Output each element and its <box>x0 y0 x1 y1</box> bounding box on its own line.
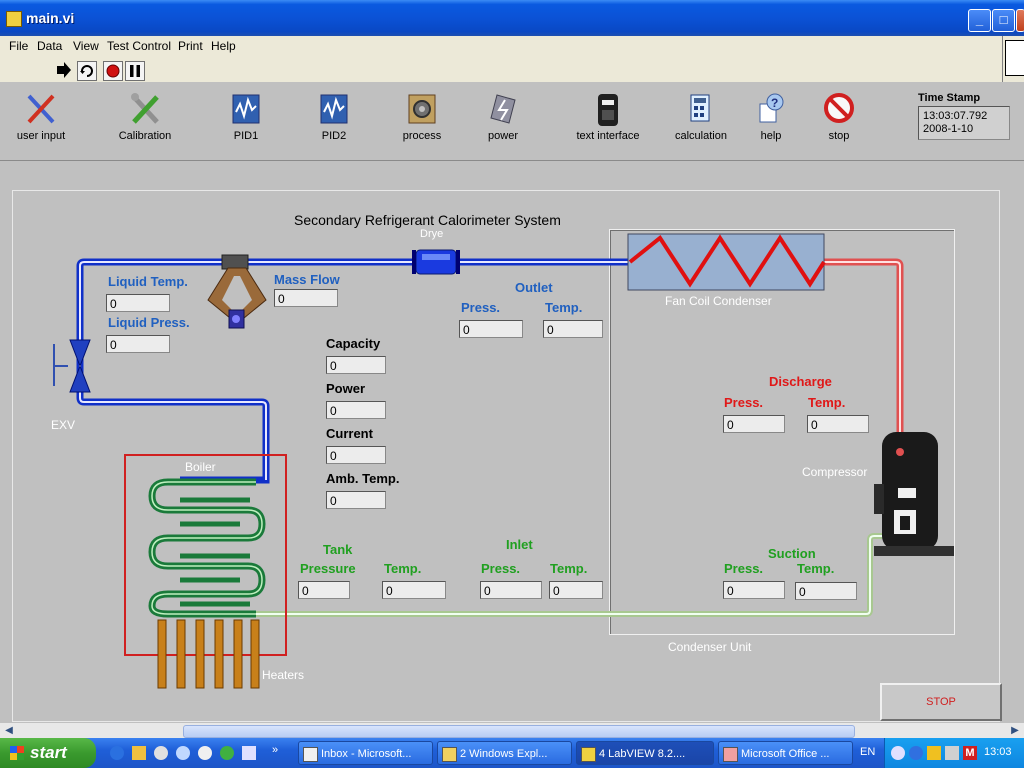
tray-m-icon[interactable]: M <box>963 746 977 760</box>
amb-temp-label: Amb. Temp. <box>326 471 400 486</box>
power-readout-label: Power <box>326 381 366 396</box>
exv-valve-top <box>69 339 91 368</box>
inlet-temp-value: 0 <box>549 581 603 599</box>
suction-temp-value: 0 <box>795 582 857 600</box>
tray-app-icon[interactable] <box>927 746 941 760</box>
task-inbox[interactable]: Inbox - Microsoft... <box>298 741 433 765</box>
tray-network-icon[interactable] <box>909 746 923 760</box>
inlet-press-value: 0 <box>480 581 542 599</box>
quick-launch: » <box>104 744 284 762</box>
diagram-title: Secondary Refrigerant Calorimeter System <box>294 212 561 228</box>
scroll-left-icon[interactable]: ◀ <box>2 724 16 737</box>
liquid-temp-value: 0 <box>106 294 170 312</box>
boiler-label: Boiler <box>185 460 216 474</box>
inlet-temp-label: Temp. <box>550 561 588 576</box>
amb-temp-value: 0 <box>326 491 386 509</box>
outlet-press-label: Press. <box>461 300 501 315</box>
labview-task-icon <box>581 747 596 762</box>
outlet-temp-value: 0 <box>543 320 603 338</box>
tray-back-icon[interactable] <box>891 746 905 760</box>
liquid-press-label: Liquid Press. <box>108 315 190 330</box>
exv-label: EXV <box>51 418 76 432</box>
scroll-thumb[interactable] <box>183 725 855 738</box>
compressor-unit <box>874 432 954 556</box>
task-labview[interactable]: 4 LabVIEW 8.2.... <box>576 741 714 765</box>
tank-temp-value: 0 <box>382 581 446 599</box>
suction-label: Suction <box>768 546 816 561</box>
suction-press-label: Press. <box>724 561 764 576</box>
tray-volume-icon[interactable] <box>945 746 959 760</box>
discharge-press-value: 0 <box>723 415 785 433</box>
tank-pressure-label: Pressure <box>300 561 356 576</box>
system-tray: M 13:03 <box>884 738 1024 768</box>
mass-flow-label: Mass Flow <box>274 272 340 287</box>
outlook-icon[interactable] <box>132 746 146 760</box>
quick-launch-more-icon[interactable]: » <box>272 744 278 756</box>
browser-icon[interactable] <box>176 746 190 760</box>
outlet-temp-label: Temp. <box>545 300 583 315</box>
piping-diagram <box>53 233 954 689</box>
tank-label: Tank <box>323 542 353 557</box>
folder-icon <box>442 747 457 762</box>
outlook-task-icon <box>303 747 318 762</box>
condenser-unit-label: Condenser Unit <box>668 640 752 654</box>
capacity-label: Capacity <box>326 336 381 351</box>
current-value: 0 <box>326 446 386 464</box>
language-indicator[interactable]: EN <box>860 746 875 758</box>
suction-temp-label: Temp. <box>797 561 835 576</box>
drier-filter <box>415 249 457 275</box>
discharge-temp-label: Temp. <box>808 395 846 410</box>
stop-button[interactable]: STOP <box>880 683 1002 721</box>
office-task-icon <box>723 747 738 762</box>
task-microsoft-office[interactable]: Microsoft Office ... <box>718 741 853 765</box>
network-icon[interactable] <box>220 746 234 760</box>
compressor-label: Compressor <box>802 465 868 479</box>
windows-logo-icon <box>10 746 24 760</box>
inlet-press-label: Press. <box>481 561 521 576</box>
clock: 13:03 <box>984 746 1012 758</box>
ie-icon[interactable] <box>110 746 124 760</box>
discharge-temp-value: 0 <box>807 415 869 433</box>
discharge-press-label: Press. <box>724 395 764 410</box>
start-label: start <box>30 743 67 762</box>
exv-valve-bottom <box>69 364 91 393</box>
discharge-label: Discharge <box>769 374 832 389</box>
drye-label: Drye <box>420 228 444 240</box>
tank-temp-label: Temp. <box>384 561 422 576</box>
player-icon[interactable] <box>198 746 212 760</box>
suction-press-value: 0 <box>723 581 785 599</box>
liquid-temp-label: Liquid Temp. <box>108 274 188 289</box>
outlet-press-value: 0 <box>459 320 523 338</box>
media-icon[interactable] <box>154 746 168 760</box>
capacity-value: 0 <box>326 356 386 374</box>
horizontal-scrollbar[interactable]: ◀ ▶ <box>0 722 1024 739</box>
outlet-label: Outlet <box>515 280 553 295</box>
power-value: 0 <box>326 401 386 419</box>
liquid-press-value: 0 <box>106 335 170 353</box>
start-button[interactable]: start <box>0 738 96 768</box>
task-windows-explorer[interactable]: 2 Windows Expl... <box>437 741 572 765</box>
tank-pressure-value: 0 <box>298 581 350 599</box>
current-label: Current <box>326 426 373 441</box>
desktop-icon[interactable] <box>242 746 256 760</box>
mass-flow-value: 0 <box>274 289 338 307</box>
scroll-right-icon[interactable]: ▶ <box>1008 724 1022 737</box>
heaters-label: Heaters <box>262 668 305 682</box>
inlet-label: Inlet <box>506 537 533 552</box>
fan-coil-label: Fan Coil Condenser <box>665 294 772 308</box>
